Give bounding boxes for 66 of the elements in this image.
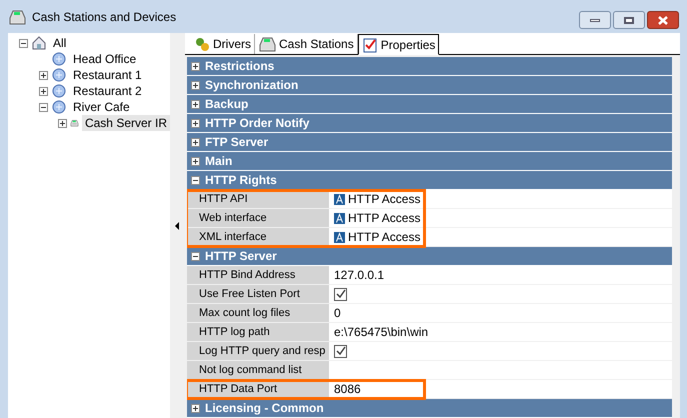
cash-register-icon <box>258 36 276 52</box>
tab[interactable]: Properties <box>358 34 440 55</box>
checkbox[interactable] <box>334 288 347 300</box>
location-icon <box>51 83 67 99</box>
property-row[interactable]: Web interface HTTP Access <box>187 209 672 228</box>
expand-icon[interactable] <box>191 80 200 90</box>
house-icon <box>31 35 47 51</box>
expand-icon[interactable] <box>191 404 200 412</box>
checklist-icon <box>362 36 378 52</box>
location-icon <box>51 67 67 83</box>
tree-item[interactable]: All <box>50 35 70 51</box>
tree-item[interactable]: Restaurant 2 <box>70 83 145 99</box>
property-row[interactable]: HTTP API HTTP Access <box>187 190 672 209</box>
expand-icon[interactable] <box>38 70 48 80</box>
property-name: Not log command list <box>187 361 329 379</box>
letter-a-icon <box>334 194 345 204</box>
property-name: Use Free Listen Port <box>187 285 329 303</box>
property-name: Web interface <box>187 209 329 227</box>
collapse-icon[interactable] <box>18 38 28 48</box>
collapse-icon[interactable] <box>38 102 48 112</box>
expand-icon[interactable] <box>191 62 200 70</box>
splitter-handle[interactable] <box>175 220 180 230</box>
property-value: HTTP Access <box>348 191 420 208</box>
property-row[interactable]: Not log command list <box>187 361 672 380</box>
property-row[interactable]: Log HTTP query and resp <box>187 342 672 361</box>
property-name: Log HTTP query and resp <box>187 342 329 360</box>
collapse-icon[interactable] <box>191 252 200 260</box>
close-button[interactable] <box>647 11 679 29</box>
property-row[interactable]: HTTP log path e:\765475\bin\win <box>187 323 672 342</box>
expand-icon[interactable] <box>58 118 67 128</box>
property-value: 0 <box>334 305 341 322</box>
property-name: XML interface <box>187 228 329 246</box>
property-value: 8086 <box>334 381 361 398</box>
expand-icon[interactable] <box>191 100 200 108</box>
property-row[interactable]: XML interface HTTP Access <box>187 228 672 247</box>
property-value: e:\765475\bin\win <box>334 324 428 341</box>
property-row[interactable]: Use Free Listen Port <box>187 285 672 304</box>
property-name: Max count log files <box>187 304 329 322</box>
letter-a-icon <box>334 212 345 224</box>
tree-item[interactable]: Restaurant 1 <box>70 67 145 83</box>
expand-icon[interactable] <box>191 118 200 128</box>
expand-icon[interactable] <box>191 138 200 146</box>
tree-item[interactable]: River Cafe <box>70 99 133 115</box>
collapse-icon[interactable] <box>191 176 200 184</box>
expand-icon[interactable] <box>38 86 48 96</box>
window-title: Cash Stations and Devices <box>32 8 176 26</box>
property-value: 127.0.0.1 <box>334 267 384 284</box>
location-icon <box>51 99 67 115</box>
property-row[interactable]: HTTP Bind Address 127.0.0.1 <box>187 266 672 285</box>
property-value: HTTP Access <box>348 229 420 246</box>
cash-register-icon <box>8 8 26 24</box>
tree-item[interactable]: Cash Server IR <box>82 115 170 131</box>
checkbox[interactable] <box>334 344 347 358</box>
tree-item[interactable]: Head Office <box>70 51 140 67</box>
property-name: HTTP Bind Address <box>187 266 329 284</box>
property-value: HTTP Access <box>348 210 420 227</box>
tab[interactable]: Cash Stations <box>255 34 358 54</box>
letter-a-icon <box>334 232 345 242</box>
property-name: HTTP log path <box>187 323 329 341</box>
maximize-button[interactable] <box>613 11 645 29</box>
close-icon <box>658 16 668 24</box>
location-icon <box>51 51 67 67</box>
minimize-button[interactable] <box>579 11 611 29</box>
property-row[interactable]: Max count log files 0 <box>187 304 672 323</box>
tab[interactable]: Drivers <box>191 34 255 54</box>
expand-icon[interactable] <box>191 156 200 166</box>
